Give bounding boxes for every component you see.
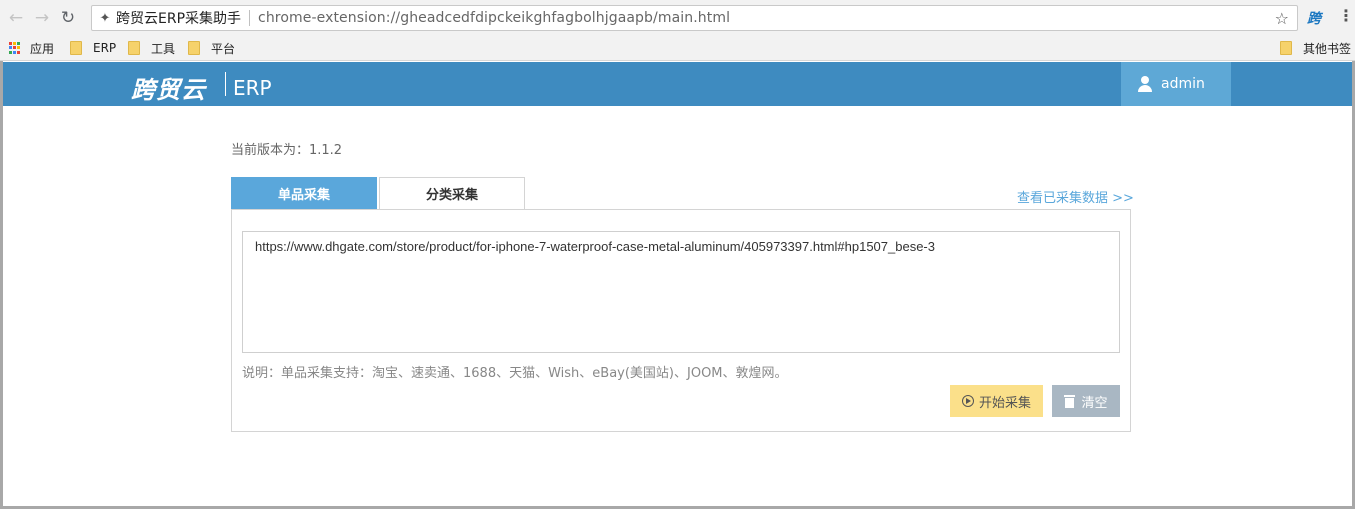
clear-button[interactable]: 清空 bbox=[1052, 385, 1120, 417]
collect-panel: https://www.dhgate.com/store/product/for… bbox=[231, 209, 1131, 432]
omnibox-separator bbox=[249, 10, 251, 26]
star-icon[interactable]: ☆ bbox=[1275, 9, 1289, 28]
tab-single-collect[interactable]: 单品采集 bbox=[231, 177, 377, 209]
apps-grid-icon bbox=[9, 41, 22, 55]
start-collect-label: 开始采集 bbox=[978, 395, 1031, 411]
folder-icon bbox=[70, 41, 82, 55]
puzzle-icon: ✦ bbox=[99, 10, 111, 26]
omnibox-url[interactable]: chrome-extension://gheadcedfdipckeikghfa… bbox=[258, 10, 730, 26]
play-circle-icon bbox=[961, 395, 974, 407]
bookmark-label: ERP bbox=[93, 41, 117, 55]
version-text: 当前版本为：1.1.2 bbox=[231, 143, 343, 158]
bookmark-label: 工具 bbox=[151, 41, 176, 56]
address-bar[interactable]: ✦ 跨贸云ERP采集助手 chrome-extension://gheadced… bbox=[91, 5, 1298, 31]
brand-logo: 跨贸云 bbox=[131, 76, 206, 104]
bookmark-erp[interactable]: ERP bbox=[70, 40, 116, 56]
user-menu[interactable]: admin bbox=[1121, 62, 1231, 106]
trash-icon bbox=[1064, 394, 1076, 408]
app-header: 跨贸云 ERP admin bbox=[3, 62, 1352, 106]
bookmark-other-label: 其他书签 bbox=[1303, 41, 1352, 56]
kebab-menu-icon[interactable]: ⋮ bbox=[1338, 6, 1354, 25]
folder-icon bbox=[1280, 41, 1292, 55]
user-icon bbox=[1137, 76, 1153, 92]
bookmark-platform[interactable]: 平台 bbox=[188, 40, 235, 56]
bookmark-tools[interactable]: 工具 bbox=[128, 40, 175, 56]
forward-icon[interactable]: → bbox=[29, 5, 55, 31]
folder-icon bbox=[128, 41, 140, 55]
bookmark-other[interactable]: 其他书签 bbox=[1280, 40, 1351, 56]
tab-category-collect[interactable]: 分类采集 bbox=[379, 177, 525, 209]
omnibox-title: 跨贸云ERP采集助手 bbox=[116, 11, 242, 27]
extension-logo-icon[interactable]: 跨 bbox=[1303, 7, 1325, 29]
support-hint: 说明：单品采集支持：淘宝、速卖通、1688、天猫、Wish、eBay(美国站)、… bbox=[242, 366, 788, 381]
clear-label: 清空 bbox=[1081, 395, 1108, 411]
bookmark-apps-label: 应用 bbox=[30, 41, 55, 56]
username: admin bbox=[1161, 76, 1205, 92]
logo-divider bbox=[225, 72, 226, 96]
folder-icon bbox=[188, 41, 200, 55]
view-collected-link[interactable]: 查看已采集数据 >> bbox=[1017, 187, 1134, 206]
start-collect-button[interactable]: 开始采集 bbox=[950, 385, 1043, 417]
browser-toolbar: ← → ↻ ✦ 跨贸云ERP采集助手 chrome-extension://gh… bbox=[0, 0, 1355, 36]
bookmark-apps[interactable]: 应用 bbox=[9, 40, 54, 56]
url-input[interactable]: https://www.dhgate.com/store/product/for… bbox=[242, 231, 1120, 353]
bookmarks-bar: 应用 ERP 工具 平台 其他书签 bbox=[0, 36, 1355, 61]
reload-icon[interactable]: ↻ bbox=[55, 5, 81, 31]
bookmark-label: 平台 bbox=[211, 41, 236, 56]
back-icon[interactable]: ← bbox=[3, 5, 29, 31]
product-name: ERP bbox=[233, 76, 272, 100]
